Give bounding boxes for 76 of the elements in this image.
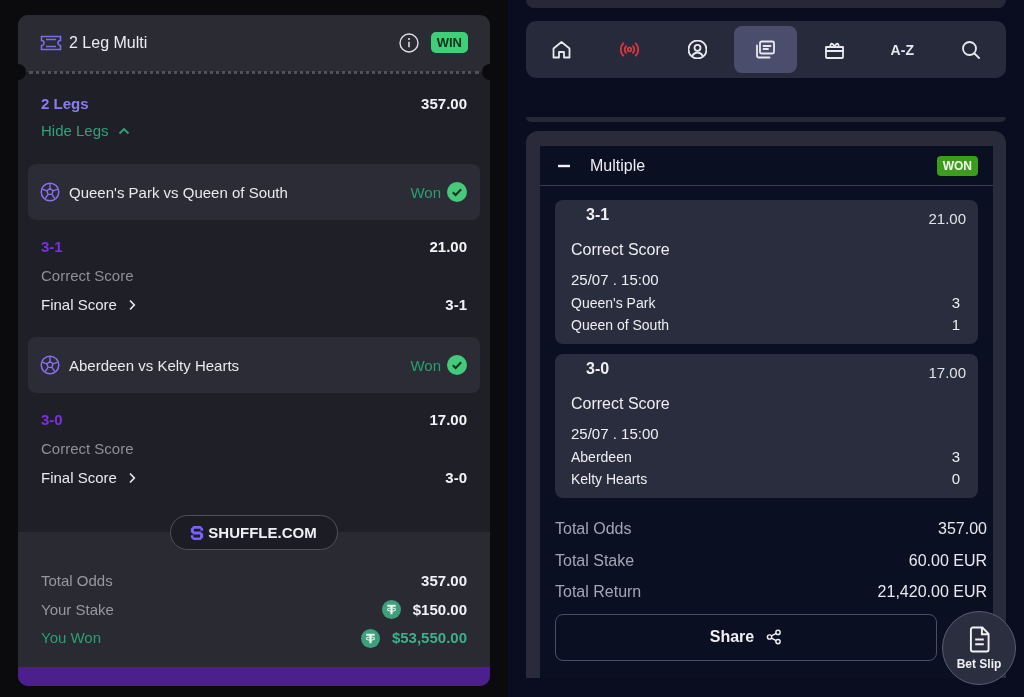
bet-slip-button[interactable]: Bet Slip [942,611,1016,685]
total-label: Total Odds [555,519,632,539]
hide-legs-toggle[interactable]: Hide Legs [41,121,130,141]
market-label: Correct Score [41,439,134,459]
market-label: Correct Score [571,395,670,412]
final-score: 3-1 [445,295,467,315]
summary-value: 357.00 [421,571,467,591]
odds-value: 17.00 [429,410,467,430]
logo-text: SHUFFLE.COM [208,524,317,541]
total-label: Total Return [555,582,642,602]
coin-icon [360,628,380,648]
final-score: 3-0 [445,468,467,488]
check-icon [447,182,467,202]
share-icon [766,629,783,645]
user-icon [688,40,708,59]
bet-title: 2 Leg Multi [69,33,149,52]
coin-icon [381,600,401,619]
final-score-label: Final Score [41,468,117,488]
bet-title: Multiple [590,156,647,175]
chevron-icon [117,127,130,135]
legs-count: 2 Legs [41,94,89,114]
chevron-icon[interactable] [127,472,136,484]
football-icon [40,355,60,375]
leg-status: Won [410,183,441,201]
odds-value: 21.00 [429,237,467,257]
market-label: Correct Score [571,241,670,258]
document-icon [968,625,990,653]
search-icon [960,40,980,59]
nav-tab[interactable] [734,26,798,73]
pick-score: 3-0 [585,359,610,379]
check-icon [447,355,467,375]
total-value: 357.00 [938,519,987,539]
pick-score: 3-1 [585,205,610,225]
leg-status: Won [410,356,441,374]
ticket-icon [40,34,62,51]
share-button[interactable]: Share [555,613,937,661]
chevron-icon[interactable] [127,299,136,311]
team-name: Aberdeen [571,448,632,467]
result-badge: WIN [430,32,468,53]
total-label: Total Stake [555,550,635,571]
gift-icon [824,40,844,59]
summary-value: $53,550.00 [391,628,467,648]
summary-label: Your Stake [41,599,114,620]
final-score-label: Final Score [41,295,117,315]
football-icon [40,182,60,202]
card-notch [18,64,26,80]
logo-icon [190,524,205,541]
card-notch [482,64,490,80]
team-name: Kelty Hearts [571,470,648,489]
pick-score: 3-0 [41,410,63,430]
summary-label: You Won [41,628,102,648]
market-label: Correct Score [41,266,134,286]
summary-value: $150.00 [412,599,467,620]
home-icon [552,40,571,59]
result-badge: WON [936,155,978,176]
team-score: 1 [951,315,960,335]
match-date: 25/07 . 15:00 [571,425,659,442]
total-value: 60.00 EUR [908,550,987,571]
match-name: Aberdeen vs Kelty Hearts [69,356,241,374]
team-score: 3 [951,447,960,467]
team-score: 0 [951,469,960,489]
team-name: Queen's Park [571,294,656,313]
nav-tab[interactable]: A-Z [870,26,934,73]
broadcast-icon [620,40,640,59]
info-icon[interactable] [398,32,419,53]
summary-label: Total Odds [41,571,113,591]
odds-value: 21.00 [928,209,966,229]
match-name: Queen's Park vs Queen of South [69,183,289,201]
odds-value: 357.00 [421,94,467,114]
pick-score: 3-1 [41,237,63,257]
match-date: 25/07 . 15:00 [571,271,659,288]
total-value: 21,420.00 EUR [877,582,987,602]
team-score: 3 [951,293,960,313]
team-name: Queen of South [571,316,670,335]
tickets-icon [756,40,776,59]
odds-value: 17.00 [928,363,966,383]
